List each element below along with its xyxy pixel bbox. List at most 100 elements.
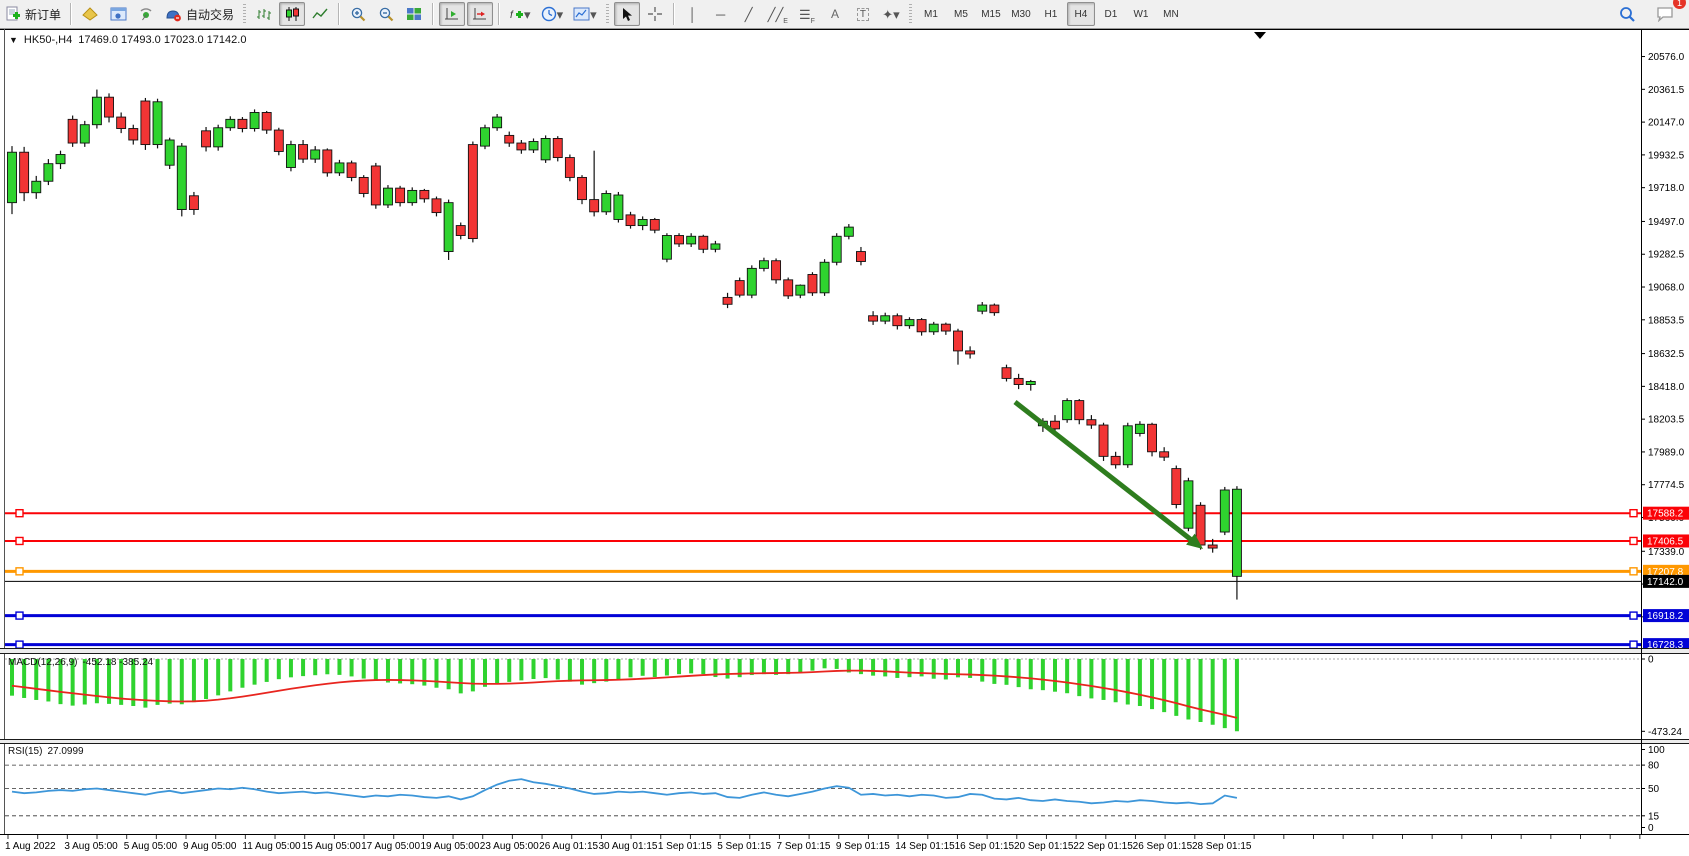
new-order-icon — [5, 6, 21, 22]
svg-text:0: 0 — [1648, 823, 1654, 834]
toolbar-separator — [338, 3, 340, 25]
vertical-line-tool-button[interactable]: │ — [680, 2, 706, 26]
svg-text:22 Sep 01:15: 22 Sep 01:15 — [1073, 841, 1133, 852]
text-label-tool-button[interactable]: T — [850, 2, 876, 26]
svg-text:19497.0: 19497.0 — [1648, 217, 1685, 228]
timeframe-m30-button[interactable]: M30 — [1007, 2, 1035, 26]
new-order-button[interactable]: 新订单 — [1, 2, 65, 26]
svg-text:-473.24: -473.24 — [1648, 727, 1682, 738]
svg-text:19282.5: 19282.5 — [1648, 250, 1685, 261]
history-center-button[interactable] — [77, 2, 103, 26]
svg-text:9 Sep 01:15: 9 Sep 01:15 — [836, 841, 890, 852]
arrows-tool-button[interactable]: ✦▾ — [878, 2, 904, 26]
fibonacci-tool-button[interactable]: ☰F — [794, 2, 820, 26]
text-icon: A — [831, 8, 839, 20]
horizontal-line-tool-button[interactable]: ─ — [708, 2, 734, 26]
timeframe-m15-button[interactable]: M15 — [977, 2, 1005, 26]
market-watch-button[interactable] — [105, 2, 131, 26]
svg-text:18203.5: 18203.5 — [1648, 415, 1685, 426]
trendline-tool-button[interactable]: ╱ — [736, 2, 762, 26]
bar-chart-icon — [256, 7, 272, 22]
templates-button[interactable]: ▾ — [569, 2, 601, 26]
dropdown-caret-icon: ▾ — [893, 8, 900, 21]
dropdown-caret-icon: ▾ — [524, 8, 531, 21]
svg-text:f: f — [510, 10, 514, 21]
svg-text:16 Sep 01:15: 16 Sep 01:15 — [955, 841, 1015, 852]
auto-trading-label: 自动交易 — [186, 6, 234, 23]
vertical-line-icon: │ — [689, 8, 697, 21]
svg-text:17339.0: 17339.0 — [1648, 547, 1685, 558]
timeframe-m5-button[interactable]: M5 — [947, 2, 975, 26]
chart-area[interactable]: 20576.020361.520147.019932.519718.019497… — [0, 29, 1689, 856]
svg-text:0: 0 — [1648, 655, 1654, 666]
timeframe-d1-button[interactable]: D1 — [1097, 2, 1125, 26]
trading-terminal-window: 新订单 自动交易 — [0, 0, 1689, 856]
toolbar-grip — [606, 4, 609, 24]
svg-text:26 Sep 01:15: 26 Sep 01:15 — [1133, 841, 1193, 852]
zoom-in-icon — [350, 6, 366, 22]
chart-collapse-icon[interactable]: ▼ — [9, 35, 18, 45]
toolbar-separator — [432, 3, 434, 25]
svg-text:1 Aug 2022: 1 Aug 2022 — [5, 841, 56, 852]
crosshair-icon — [647, 6, 663, 22]
tile-windows-icon — [406, 7, 422, 21]
chart-shift-end-icon — [444, 7, 460, 22]
crosshair-tool-button[interactable] — [642, 2, 668, 26]
svg-text:7 Sep 01:15: 7 Sep 01:15 — [777, 841, 831, 852]
toolbar-grip — [909, 4, 912, 24]
timeframe-m1-button[interactable]: M1 — [917, 2, 945, 26]
equidistant-channel-icon: ╱╱ — [768, 8, 784, 21]
templates-icon — [573, 7, 590, 21]
svg-text:17142.0: 17142.0 — [1647, 577, 1684, 588]
text-label-icon: T — [857, 8, 869, 21]
svg-text:80: 80 — [1648, 761, 1660, 772]
timeframe-w1-button[interactable]: W1 — [1127, 2, 1155, 26]
timeframe-h1-button[interactable]: H1 — [1037, 2, 1065, 26]
timeframe-mn-button[interactable]: MN — [1157, 2, 1185, 26]
svg-text:5 Sep 01:15: 5 Sep 01:15 — [717, 841, 771, 852]
svg-text:14 Sep 01:15: 14 Sep 01:15 — [895, 841, 955, 852]
periods-clock-icon — [541, 6, 557, 22]
search-button[interactable] — [1614, 2, 1640, 26]
candle-chart-button[interactable] — [279, 2, 305, 26]
crayon-icon — [82, 7, 98, 21]
svg-text:9 Aug 05:00: 9 Aug 05:00 — [183, 841, 237, 852]
chart-symbol-period: HK50-,H4 — [24, 34, 72, 46]
zoom-in-button[interactable] — [345, 2, 371, 26]
bar-chart-button[interactable] — [251, 2, 277, 26]
channel-tool-button[interactable]: ╱╱E — [764, 2, 792, 26]
line-chart-button[interactable] — [307, 2, 333, 26]
chart-title: ▼ HK50-,H4 17469.0 17493.0 17023.0 17142… — [9, 34, 246, 46]
svg-text:17406.5: 17406.5 — [1647, 536, 1684, 547]
signals-button[interactable] — [133, 2, 159, 26]
auto-trading-icon — [165, 7, 182, 22]
fibonacci-icon: ☰ — [799, 8, 811, 21]
timeframe-h4-button[interactable]: H4 — [1067, 2, 1095, 26]
svg-text:15: 15 — [1648, 811, 1660, 822]
add-indicator-button[interactable]: f ▾ — [505, 2, 535, 26]
svg-text:17989.0: 17989.0 — [1648, 447, 1685, 458]
add-indicator-icon: f — [509, 7, 524, 22]
svg-text:20147.0: 20147.0 — [1648, 118, 1685, 129]
svg-text:17588.2: 17588.2 — [1647, 509, 1684, 520]
search-icon — [1619, 6, 1636, 23]
macd-values: -452.18 -385.24 — [82, 657, 153, 668]
chart-autoscroll-button[interactable] — [439, 2, 465, 26]
dropdown-caret-icon: ▾ — [557, 8, 564, 21]
tile-windows-button[interactable] — [401, 2, 427, 26]
zoom-out-button[interactable] — [373, 2, 399, 26]
rsi-value: 27.0999 — [47, 746, 83, 757]
svg-text:20361.5: 20361.5 — [1648, 85, 1685, 96]
horizontal-line-icon: ─ — [716, 8, 725, 21]
macd-label: MACD(12,26,9) — [8, 657, 77, 668]
svg-text:23 Aug 05:00: 23 Aug 05:00 — [480, 841, 539, 852]
text-tool-button[interactable]: A — [822, 2, 848, 26]
svg-text:20 Sep 01:15: 20 Sep 01:15 — [1014, 841, 1074, 852]
cursor-tool-button[interactable] — [614, 2, 640, 26]
svg-text:50: 50 — [1648, 784, 1660, 795]
chart-shift-button[interactable] — [467, 2, 493, 26]
periods-button[interactable]: ▾ — [537, 2, 568, 26]
svg-text:19932.5: 19932.5 — [1648, 150, 1685, 161]
dropdown-caret-icon: ▾ — [590, 8, 597, 21]
auto-trading-button[interactable]: 自动交易 — [161, 2, 238, 26]
